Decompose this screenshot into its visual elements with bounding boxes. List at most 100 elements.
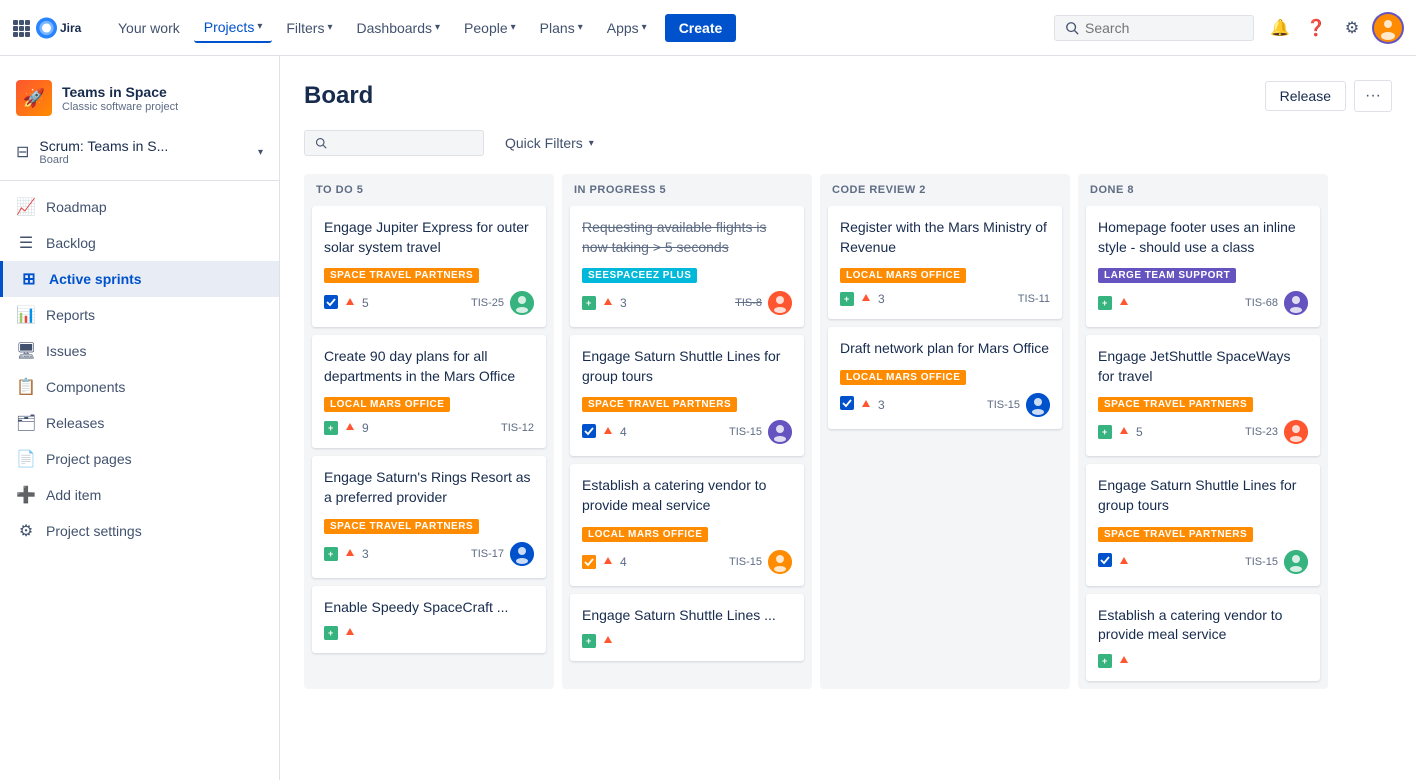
card-label: LOCAL MARS OFFICE (840, 370, 966, 385)
project-name: Teams in Space (62, 84, 263, 100)
issues-nav-icon: 🖥 (16, 341, 36, 361)
card[interactable]: Engage Jupiter Express for outer solar s… (312, 206, 546, 327)
board-title: Board (304, 82, 373, 110)
components-nav-icon: 📋 (16, 377, 36, 397)
story-icon: + (582, 634, 596, 648)
card-count: 9 (362, 421, 369, 435)
search-input[interactable] (1085, 20, 1225, 36)
board-sub: Board (39, 154, 168, 166)
board-search-input[interactable] (333, 135, 473, 151)
svg-text:+: + (1102, 656, 1107, 666)
card[interactable]: Engage Saturn Shuttle Lines ...+ (570, 594, 804, 662)
card-footer: 4TIS-15 (582, 550, 792, 574)
sidebar-item-reports[interactable]: 📊 Reports (0, 297, 279, 333)
card[interactable]: Draft network plan for Mars OfficeLOCAL … (828, 327, 1062, 429)
apps-nav[interactable]: Apps ▾ (597, 14, 657, 42)
priority-icon (1118, 424, 1130, 440)
filters-chevron-icon: ▾ (327, 22, 332, 33)
card-avatar (1284, 291, 1308, 315)
sidebar-item-releases[interactable]: 🗂 Releases (0, 405, 279, 441)
card-label: SPACE TRAVEL PARTNERS (582, 397, 737, 412)
settings-button[interactable]: ⚙ (1336, 12, 1368, 44)
release-button[interactable]: Release (1265, 81, 1346, 111)
board-header-actions: Release ··· (1265, 80, 1392, 112)
filters-nav[interactable]: Filters ▾ (276, 14, 342, 42)
card-count: 4 (620, 425, 627, 439)
card[interactable]: Homepage footer uses an inline style - s… (1086, 206, 1320, 327)
reports-nav-icon: 📊 (16, 305, 36, 325)
card-ticket-id: TIS-15 (729, 426, 762, 438)
app-logo[interactable]: Jira (12, 14, 96, 42)
card-footer: +3TIS-8 (582, 291, 792, 315)
search-icon (1065, 21, 1079, 35)
sidebar-item-components[interactable]: 📋 Components (0, 369, 279, 405)
sidebar-item-label-active-sprints: Active sprints (49, 271, 142, 287)
more-options-button[interactable]: ··· (1354, 80, 1392, 112)
card[interactable]: Establish a catering vendor to provide m… (1086, 594, 1320, 681)
story-icon: + (840, 292, 854, 306)
card-count: 3 (878, 292, 885, 306)
sidebar-item-project-pages[interactable]: 📄 Project pages (0, 441, 279, 477)
priority-icon (344, 546, 356, 562)
active-sprints-nav-icon: ⊞ (19, 269, 39, 289)
card[interactable]: Enable Speedy SpaceCraft ...+ (312, 586, 546, 654)
dashboards-nav[interactable]: Dashboards ▾ (347, 14, 451, 42)
card-footer: +TIS-68 (1098, 291, 1308, 315)
board-search[interactable] (304, 130, 484, 156)
project-header[interactable]: 🚀 Teams in Space Classic software projec… (0, 72, 279, 132)
priority-icon (344, 295, 356, 311)
sidebar-divider (0, 180, 279, 181)
people-nav[interactable]: People ▾ (454, 14, 526, 42)
card-count: 5 (1136, 425, 1143, 439)
column-cards-done: Homepage footer uses an inline style - s… (1078, 206, 1328, 689)
sidebar-item-backlog[interactable]: ☰ Backlog (0, 225, 279, 261)
sidebar-item-add-item[interactable]: ➕ Add item (0, 477, 279, 513)
card[interactable]: Create 90 day plans for all departments … (312, 335, 546, 448)
card[interactable]: Engage JetShuttle SpaceWays for travelSP… (1086, 335, 1320, 456)
card-count: 4 (620, 555, 627, 569)
sidebar-item-active-sprints[interactable]: ⊞ Active sprints (0, 261, 279, 297)
card-label: SPACE TRAVEL PARTNERS (1098, 527, 1253, 542)
sidebar-item-label-roadmap: Roadmap (46, 199, 107, 215)
column-cards-inprogress: Requesting available flights is now taki… (562, 206, 812, 669)
sidebar-item-label-backlog: Backlog (46, 235, 96, 251)
priority-icon (602, 554, 614, 570)
create-button[interactable]: Create (665, 14, 737, 42)
plans-chevron-icon: ▾ (578, 22, 583, 33)
help-button[interactable]: ❓ (1300, 12, 1332, 44)
quick-filters-button[interactable]: Quick Filters ▾ (492, 128, 607, 158)
card[interactable]: Engage Saturn Shuttle Lines for group to… (1086, 464, 1320, 585)
sidebar-item-issues[interactable]: 🖥 Issues (0, 333, 279, 369)
your-work-nav[interactable]: Your work (108, 14, 190, 42)
search-bar[interactable] (1054, 15, 1254, 41)
card-avatar (510, 542, 534, 566)
card-ticket-id: TIS-25 (471, 297, 504, 309)
card[interactable]: Engage Saturn's Rings Resort as a prefer… (312, 456, 546, 577)
sidebar-item-label-reports: Reports (46, 307, 95, 323)
card-avatar (1284, 550, 1308, 574)
sidebar-item-label-project-pages: Project pages (46, 451, 132, 467)
column-todo: TO DO 5Engage Jupiter Express for outer … (304, 174, 554, 689)
sidebar-item-project-settings[interactable]: ⚙ Project settings (0, 513, 279, 549)
user-avatar[interactable] (1372, 12, 1404, 44)
card[interactable]: Register with the Mars Ministry of Reven… (828, 206, 1062, 319)
card-footer: + (1098, 653, 1308, 669)
notifications-button[interactable]: 🔔 (1264, 12, 1296, 44)
card[interactable]: Establish a catering vendor to provide m… (570, 464, 804, 585)
card-footer: + (324, 625, 534, 641)
board-selector[interactable]: ⊟ Scrum: Teams in S... Board ▾ (0, 132, 279, 172)
sidebar-item-label-components: Components (46, 379, 125, 395)
story-icon: + (582, 296, 596, 310)
sidebar-item-roadmap[interactable]: 📈 Roadmap (0, 189, 279, 225)
card[interactable]: Requesting available flights is now taki… (570, 206, 804, 327)
sidebar: 🚀 Teams in Space Classic software projec… (0, 56, 280, 780)
project-settings-nav-icon: ⚙ (16, 521, 36, 541)
apps-chevron-icon: ▾ (642, 22, 647, 33)
card-avatar (510, 291, 534, 315)
plans-nav[interactable]: Plans ▾ (530, 14, 593, 42)
quick-filters-label: Quick Filters (505, 135, 583, 151)
projects-nav[interactable]: Projects ▾ (194, 13, 273, 43)
priority-icon (860, 397, 872, 413)
priority-icon (602, 295, 614, 311)
card[interactable]: Engage Saturn Shuttle Lines for group to… (570, 335, 804, 456)
